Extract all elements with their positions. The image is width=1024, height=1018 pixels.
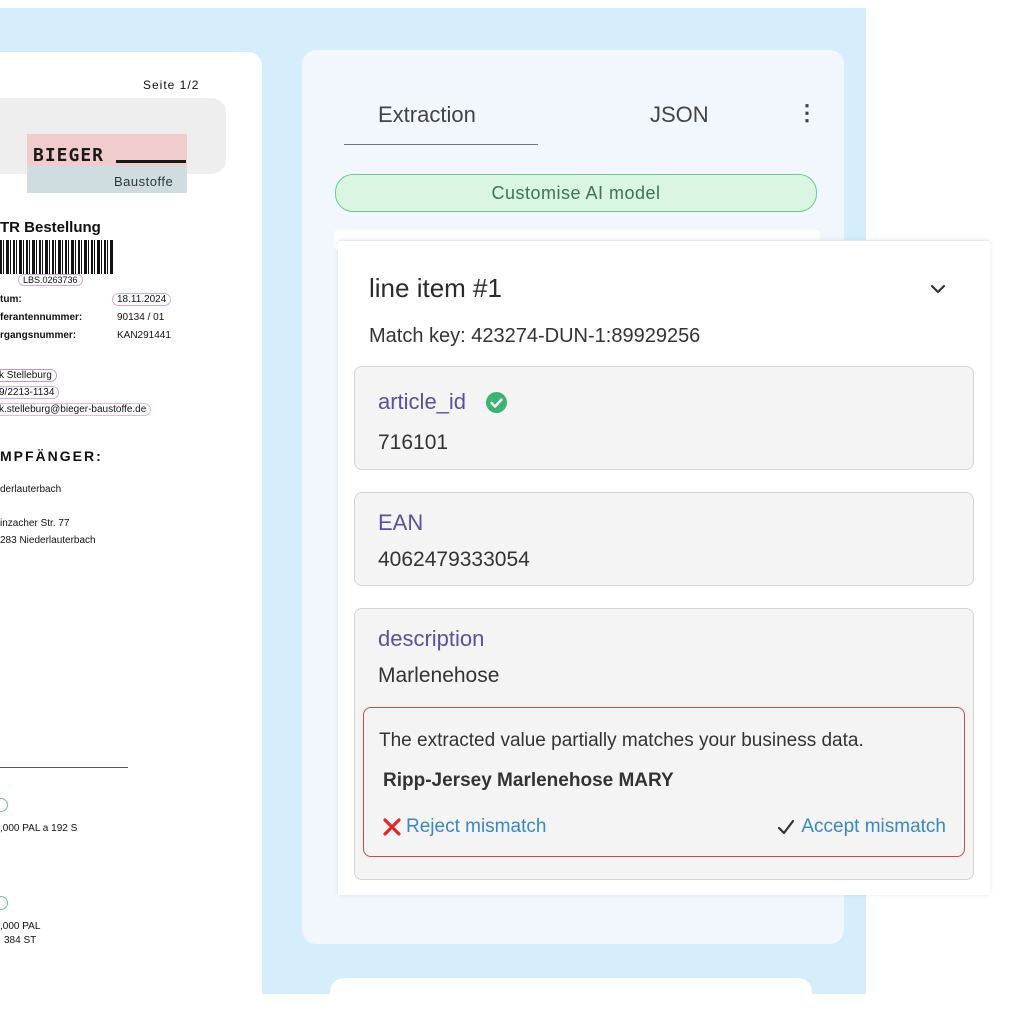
recipient-line-3: 283 Niederlauterbach: [0, 535, 96, 546]
close-icon: [383, 818, 401, 836]
field-value[interactable]: Marlenehose: [378, 664, 499, 688]
line-item-title: line item #1: [369, 273, 502, 303]
field-label: article_id: [378, 389, 467, 414]
panel-tabs: Extraction JSON ⋮: [344, 98, 824, 146]
chevron-down-icon[interactable]: [930, 281, 946, 297]
customise-ai-model-button[interactable]: Customise AI model: [335, 174, 817, 212]
item-1-marker: [0, 798, 8, 812]
line-item-card: line item #1 Match key: 423274-DUN-1:899…: [338, 240, 990, 895]
reject-mismatch-button[interactable]: Reject mismatch: [382, 816, 546, 838]
reject-mismatch-label: Reject mismatch: [406, 816, 547, 837]
field-label: EAN: [378, 510, 424, 535]
logo-underline: [116, 160, 186, 163]
item-2-marker: [0, 896, 8, 910]
next-panel-card: [330, 978, 812, 1018]
process-number-label: rgangsnummer:: [0, 330, 77, 341]
date-value: 18.11.2024: [112, 293, 172, 306]
divider-line: [0, 767, 128, 768]
accept-mismatch-label: Accept mismatch: [801, 816, 946, 837]
logo-subtitle: Baustoffe: [114, 174, 174, 189]
document-preview: Seite 1/2 BIEGER Baustoffe TR Bestellung…: [0, 52, 262, 1000]
check-circle-icon: [486, 392, 507, 413]
recipient-line-1: derlauterbach: [0, 484, 62, 495]
field-article-id: article_id 716101: [354, 366, 974, 470]
recipient-heading: MPFÄNGER:: [0, 448, 103, 464]
field-value[interactable]: 4062479333054: [378, 548, 530, 572]
kebab-menu-icon[interactable]: ⋮: [796, 102, 818, 124]
item-2-line-1: ,000 PAL: [0, 921, 41, 932]
mismatch-message: The extracted value partially matches yo…: [379, 730, 864, 751]
field-value[interactable]: 716101: [378, 431, 448, 455]
field-label: description: [378, 626, 485, 651]
page-indicator: Seite 1/2: [143, 78, 200, 92]
checkmark-icon: [778, 819, 795, 835]
field-ean: EAN 4062479333054: [354, 492, 974, 586]
accept-mismatch-button[interactable]: Accept mismatch: [777, 816, 946, 838]
contact-name: k Stelleburg: [0, 369, 57, 382]
active-tab-indicator: [344, 144, 538, 145]
logo-brand: BIEGER: [33, 145, 105, 166]
match-key: Match key: 423274-DUN-1:89929256: [369, 325, 701, 347]
barcode-number: LBS.0263736: [18, 274, 83, 286]
contact-phone: 9/2213-1134: [0, 386, 60, 399]
item-1-line: ,000 PAL a 192 S: [0, 823, 78, 834]
recipient-line-2: inzacher Str. 77: [0, 518, 70, 529]
supplier-number-label: ferantennummer:: [0, 312, 83, 323]
contact-email: k.stelleburg@bieger-baustoffe.de: [0, 403, 152, 416]
date-label: tum:: [0, 294, 22, 305]
tab-extraction[interactable]: Extraction: [378, 102, 476, 128]
mismatch-alert: The extracted value partially matches yo…: [363, 707, 965, 857]
tab-json[interactable]: JSON: [650, 102, 709, 128]
item-2-line-2: 384 ST: [4, 935, 37, 946]
mismatch-suggestion: Ripp-Jersey Marlenehose MARY: [383, 770, 674, 791]
order-title: TR Bestellung: [0, 219, 101, 236]
process-number-value: KAN291441: [117, 330, 171, 341]
supplier-number-value: 90134 / 01: [117, 312, 165, 323]
barcode: [0, 240, 114, 274]
